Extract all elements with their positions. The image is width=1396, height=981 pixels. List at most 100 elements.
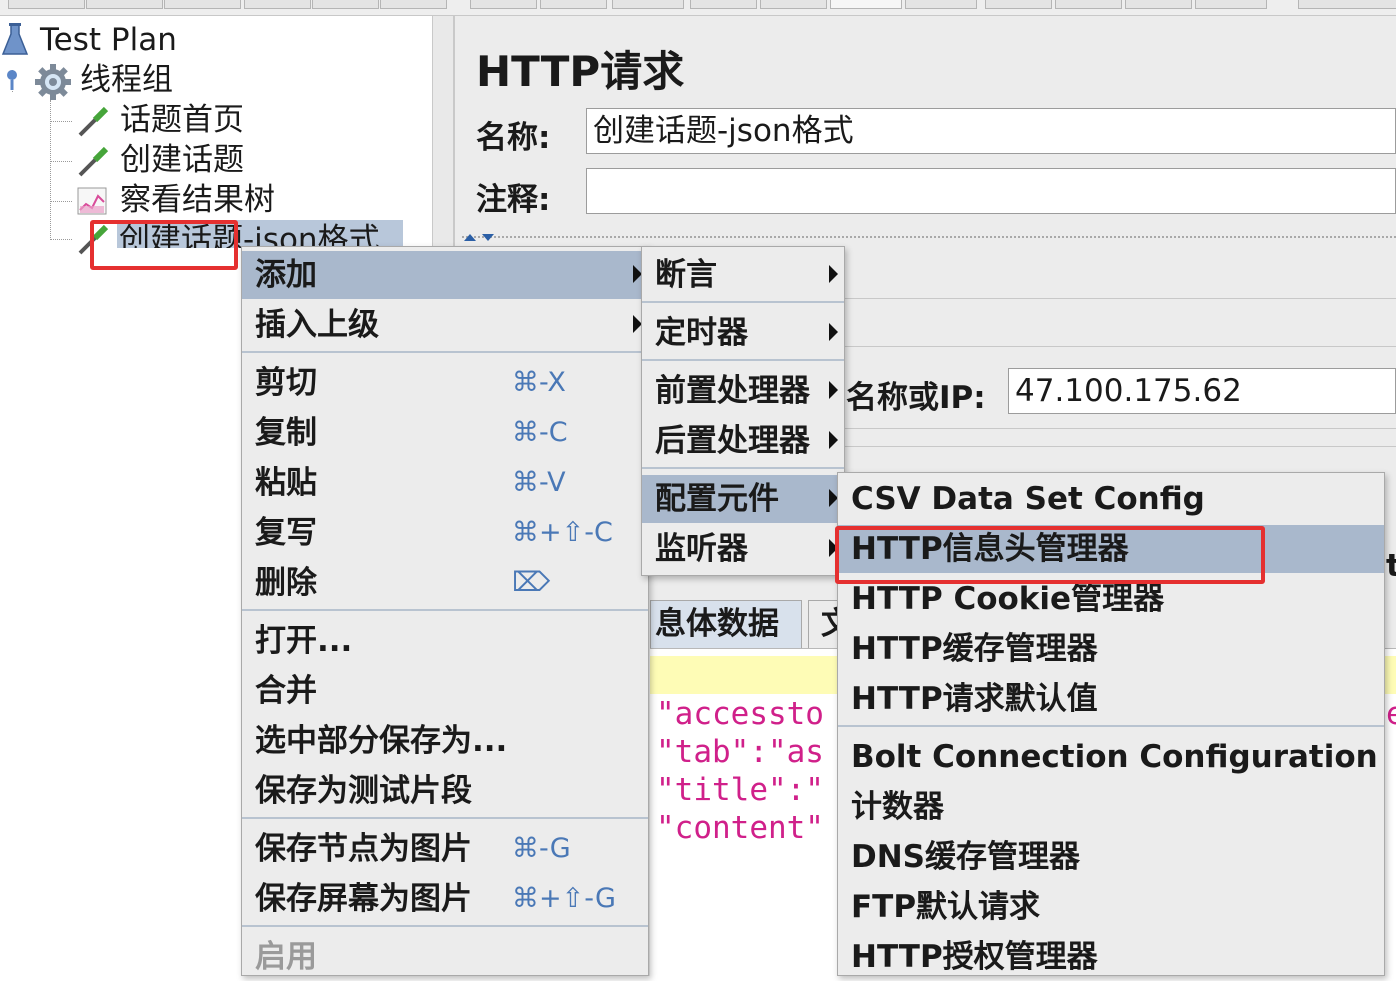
highlight-box-tree-item [90,220,238,270]
tree-item-create-topic[interactable]: 创建话题 [120,140,244,180]
menu-item-ftp-request-defaults[interactable]: FTP默认请求 [838,883,1384,931]
menu-item-save-selection-as[interactable]: 选中部分保存为... [242,717,648,765]
json-line: "accessto [656,696,824,732]
collapse-separator[interactable] [462,236,1396,238]
collapse-arrows-icon[interactable] [462,228,502,241]
context-menu: 添加 插入上级 剪切 ⌘-X 复制 ⌘-C 粘贴 ⌘-V 复写 ⌘+⇧-C 删除… [241,246,649,976]
toolbar-button[interactable] [86,0,163,9]
tree-item-thread-group[interactable]: 线程组 [80,60,173,100]
menu-item-listeners[interactable]: 监听器 [642,525,844,573]
menu-item-copy[interactable]: 复制 ⌘-C [242,409,648,457]
json-line: "content" [656,810,824,846]
shortcut-label: ⌘-V [512,467,566,498]
menu-item-open[interactable]: 打开... [242,617,648,665]
menu-item-csv-data-set-config[interactable]: CSV Data Set Config [838,475,1384,523]
toolbar-button[interactable] [612,0,684,9]
menu-item-timers[interactable]: 定时器 [642,309,844,357]
menu-separator [242,925,648,927]
shortcut-label: ⌘-C [512,417,568,448]
menu-separator [642,301,844,303]
comment-field[interactable] [586,168,1396,214]
shortcut-label: ⌘-G [512,833,571,864]
menu-separator [642,359,844,361]
menu-separator [838,725,1384,727]
menu-item-config-elements[interactable]: 配置元件 [642,475,844,523]
server-ip-field[interactable]: 47.100.175.62 [1008,368,1396,414]
menu-item-counter[interactable]: 计数器 [838,783,1384,831]
json-line: "tab":"as [656,734,824,770]
menu-item-cut[interactable]: 剪切 ⌘-X [242,359,648,407]
toolbar-button[interactable] [380,0,447,9]
menu-item-pre-processors[interactable]: 前置处理器 [642,367,844,415]
delete-key-icon: ⌦ [512,567,551,598]
menu-item-http-cache-manager[interactable]: HTTP缓存管理器 [838,625,1384,673]
json-line: "title":" [656,772,824,808]
toolbar-button[interactable] [1195,0,1267,9]
split-pane-divider[interactable] [432,16,454,246]
shortcut-label: ⌘+⇧-G [512,883,616,914]
tree-item-topic-home[interactable]: 话题首页 [120,100,244,140]
menu-item-paste[interactable]: 粘贴 ⌘-V [242,459,648,507]
page-title: HTTP请求 [476,47,685,96]
tab-files[interactable]: 文 [808,600,838,648]
toolbar-button[interactable] [164,0,241,9]
toolbar-button[interactable] [540,0,607,9]
menu-item-save-screen-image[interactable]: 保存屏幕为图片 ⌘+⇧-G [242,875,648,923]
toolbar-button[interactable] [470,0,537,9]
menu-item-post-processors[interactable]: 后置处理器 [642,417,844,465]
menu-item-http-request-defaults[interactable]: HTTP请求默认值 [838,675,1384,723]
menu-item-dns-cache-manager[interactable]: DNS缓存管理器 [838,833,1384,881]
gear-icon [33,62,73,102]
tree-item-test-plan[interactable]: Test Plan [40,20,177,60]
menu-item-insert-parent[interactable]: 插入上级 [242,301,648,349]
toolbar-strip [0,0,1396,16]
menu-item-add[interactable]: 添加 [242,251,648,299]
clipped-json-text: e [1386,696,1396,732]
submenu-arrow-icon [829,431,838,449]
tree-connector [50,201,72,202]
toolbar-button[interactable] [244,0,311,9]
menu-item-http-authorization-manager[interactable]: HTTP授权管理器 [838,933,1384,981]
menu-item-duplicate[interactable]: 复写 ⌘+⇧-C [242,509,648,557]
panel-divider [845,346,1396,347]
menu-item-enable[interactable]: 启用 [242,933,648,981]
expand-toggle-icon[interactable] [2,68,22,90]
tab-body-data[interactable]: 息体数据 [650,600,802,648]
menu-separator [242,351,648,353]
pipette-icon [75,144,111,180]
comment-label: 注释: [476,182,551,218]
toolbar-button[interactable] [1125,0,1192,9]
toolbar-button[interactable] [985,0,1052,9]
toolbar-button[interactable] [1055,0,1122,9]
menu-item-save-node-image[interactable]: 保存节点为图片 ⌘-G [242,825,648,873]
submenu-arrow-icon [829,265,838,283]
name-label: 名称: [476,120,551,156]
panel-divider [845,446,1396,447]
toolbar-button[interactable] [1298,0,1396,9]
menu-separator [242,817,648,819]
tree-connector [50,239,72,240]
tree-item-view-results-tree[interactable]: 察看结果树 [120,180,275,220]
menu-separator [642,467,844,469]
tree-connector [50,121,72,122]
toolbar-button[interactable] [312,0,379,9]
name-field[interactable]: 创建话题-json格式 [586,108,1396,154]
shortcut-label: ⌘-X [512,367,566,398]
panel-divider [845,298,1396,299]
menu-item-save-as-test-fragment[interactable]: 保存为测试片段 [242,767,648,815]
highlight-box-http-header-manager [835,526,1265,584]
add-submenu: 断言 定时器 前置处理器 后置处理器 配置元件 监听器 [641,246,845,576]
menu-item-assertions[interactable]: 断言 [642,251,844,299]
chart-icon [76,184,110,218]
toolbar-button[interactable] [8,0,85,9]
panel-divider [845,428,1396,429]
toolbar-button[interactable] [690,0,757,9]
menu-item-merge[interactable]: 合并 [242,667,648,715]
toolbar-button[interactable] [760,0,827,9]
toolbar-button[interactable] [905,0,977,9]
menu-item-bolt-connection-configuration[interactable]: Bolt Connection Configuration [838,733,1384,781]
toolbar-button[interactable] [830,0,902,9]
pipette-icon [75,104,111,140]
menu-separator [242,609,648,611]
menu-item-delete[interactable]: 删除 ⌦ [242,559,648,607]
